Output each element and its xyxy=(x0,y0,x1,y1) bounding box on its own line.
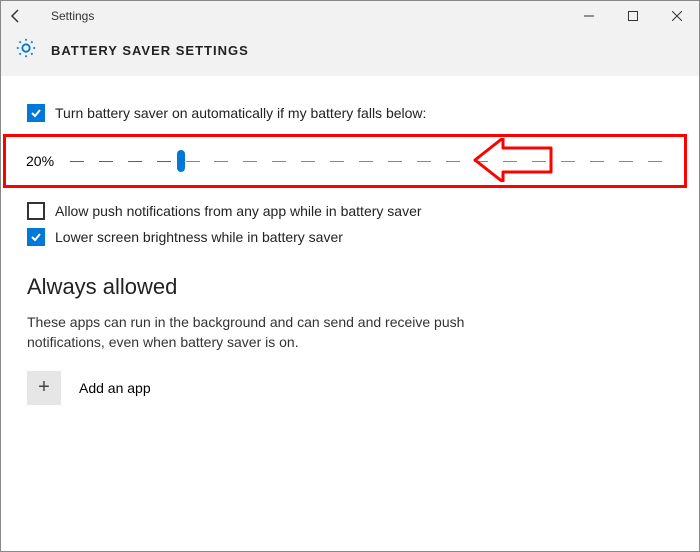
auto-on-label: Turn battery saver on automatically if m… xyxy=(55,105,426,121)
back-button[interactable] xyxy=(1,1,31,31)
page-title: BATTERY SAVER SETTINGS xyxy=(51,43,249,58)
threshold-slider[interactable] xyxy=(70,151,662,171)
slider-thumb[interactable] xyxy=(177,150,185,172)
window-title: Settings xyxy=(31,9,94,23)
allow-push-label: Allow push notifications from any app wh… xyxy=(55,203,422,219)
close-button[interactable] xyxy=(655,1,699,31)
add-app-label: Add an app xyxy=(79,380,151,396)
add-app-button[interactable]: + xyxy=(27,371,61,405)
gear-icon xyxy=(15,37,37,64)
arrow-annotation-icon xyxy=(473,138,553,187)
always-allowed-heading: Always allowed xyxy=(27,274,673,300)
plus-icon: + xyxy=(38,376,50,399)
lower-brightness-checkbox[interactable] xyxy=(27,228,45,246)
minimize-button[interactable] xyxy=(567,1,611,31)
content-area: Turn battery saver on automatically if m… xyxy=(1,76,699,405)
window-titlebar: Settings xyxy=(1,1,699,31)
lower-brightness-row: Lower screen brightness while in battery… xyxy=(27,228,673,246)
add-app-row: + Add an app xyxy=(27,371,673,405)
auto-on-checkbox[interactable] xyxy=(27,104,45,122)
threshold-slider-highlight: 20% xyxy=(3,134,687,188)
auto-on-row: Turn battery saver on automatically if m… xyxy=(27,104,673,122)
always-allowed-description: These apps can run in the background and… xyxy=(27,312,467,353)
threshold-value-label: 20% xyxy=(26,153,70,169)
allow-push-row: Allow push notifications from any app wh… xyxy=(27,202,673,220)
maximize-button[interactable] xyxy=(611,1,655,31)
allow-push-checkbox[interactable] xyxy=(27,202,45,220)
lower-brightness-label: Lower screen brightness while in battery… xyxy=(55,229,343,245)
page-header: BATTERY SAVER SETTINGS xyxy=(1,31,699,76)
